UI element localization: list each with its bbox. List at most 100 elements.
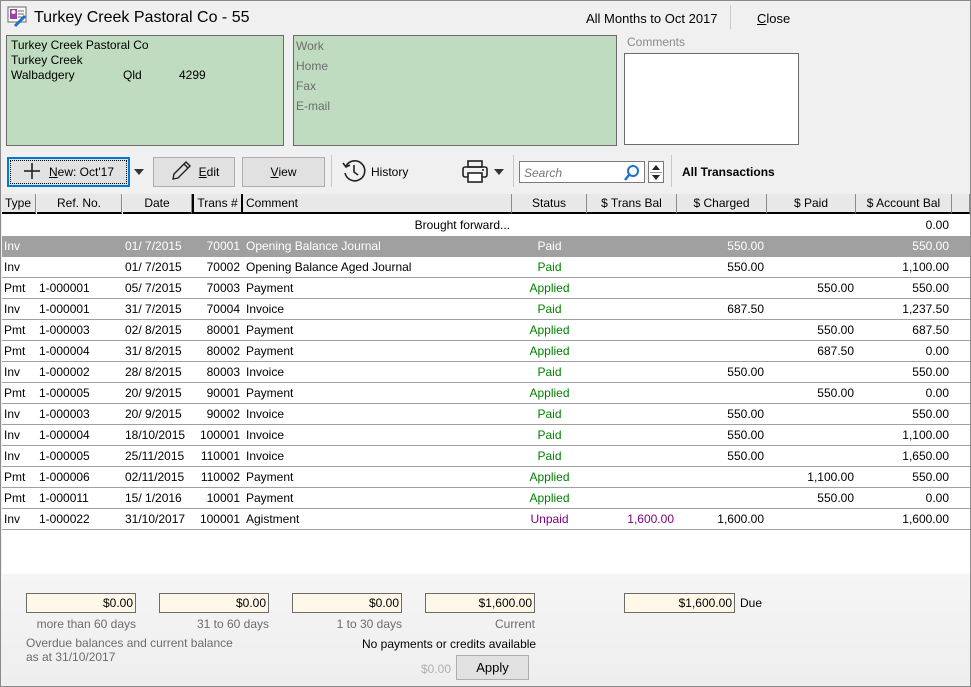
cell-paid — [767, 509, 854, 529]
cell-type: Inv — [4, 512, 21, 526]
cell-comment: Invoice — [246, 428, 285, 442]
cell-comment: Agistment — [246, 512, 300, 526]
cell-trans-bal — [587, 362, 674, 382]
cell-charged — [677, 320, 764, 340]
view-label: iew — [278, 165, 297, 179]
cell-comment: Opening Balance Aged Journal — [246, 260, 412, 274]
cell-status: Applied — [529, 281, 570, 295]
contact-panel[interactable]: Work Home Fax E-mail — [293, 35, 617, 146]
search-input[interactable] — [522, 163, 624, 183]
cell-status: Applied — [529, 323, 570, 337]
column-header-type[interactable]: Type — [2, 194, 36, 214]
column-header-trans-bal[interactable]: $ Trans Bal — [587, 194, 677, 214]
aging-31-60-label: 31 to 60 days — [196, 617, 269, 631]
address-panel[interactable]: Turkey Creek Pastoral Co Turkey Creek Wa… — [6, 35, 284, 146]
cell-charged: 687.50 — [727, 302, 764, 316]
cell-status: Applied — [529, 470, 570, 484]
transaction-row[interactable]: Pmt 1-000001 05/ 7/2015 70003 Payment Applied… — [2, 278, 970, 299]
cell-charged: 550.00 — [727, 260, 764, 274]
search-icon[interactable] — [623, 164, 641, 185]
cell-trans-bal — [587, 299, 674, 319]
cell-paid: 687.50 — [817, 344, 854, 358]
cell-charged — [677, 341, 764, 361]
column-header-paid[interactable]: $ Paid — [767, 194, 856, 214]
transaction-row[interactable]: Inv 1-000003 20/ 9/2015 90002 Invoice Paid 550… — [2, 404, 970, 425]
cell-account-bal: 550.00 — [912, 365, 949, 379]
cell-type: Inv — [4, 449, 21, 463]
history-button[interactable]: History — [341, 159, 408, 185]
column-header-comment[interactable]: Comment — [243, 194, 512, 214]
cell-comment: Payment — [246, 470, 294, 484]
cell-date: 28/ 8/2015 — [125, 365, 182, 379]
cell-ref: 1-000011 — [39, 491, 89, 505]
transaction-row[interactable]: Pmt 1-000004 31/ 8/2015 80002 Payment Applied… — [2, 341, 970, 362]
cell-trans-bal — [587, 341, 674, 361]
cell-type: Pmt — [4, 491, 26, 505]
cell-trans: 70002 — [206, 260, 240, 274]
cell-ref: 1-000005 — [39, 449, 90, 463]
comments-field[interactable] — [624, 53, 799, 145]
print-dropdown-arrow-icon[interactable] — [494, 169, 504, 175]
cell-date: 05/ 7/2015 — [125, 281, 182, 295]
cell-paid: 1,100.00 — [807, 470, 854, 484]
transaction-filter-label[interactable]: All Transactions — [682, 165, 775, 179]
cell-comment: Invoice — [246, 449, 285, 463]
cell-date: 20/ 9/2015 — [125, 407, 182, 421]
cell-account-bal: 1,650.00 — [902, 449, 949, 463]
cell-date: 15/ 1/2016 — [125, 491, 182, 505]
edit-label: dit — [206, 165, 220, 179]
transaction-row[interactable]: Inv 1-000005 25/11/2015 110001 Invoice Paid 55… — [2, 446, 970, 467]
cell-date: 18/10/2015 — [125, 428, 186, 442]
new-dropdown-arrow-icon[interactable] — [134, 169, 144, 175]
close-accel: C — [757, 11, 767, 26]
transaction-row[interactable]: Pmt 1-000011 15/ 1/2016 10001 Payment Applied… — [2, 488, 970, 509]
cell-trans-bal — [587, 320, 674, 340]
transaction-row[interactable]: Inv 01/ 7/2015 70002 Opening Balance Aged J… — [2, 257, 970, 278]
apply-credit-button[interactable]: Apply — [456, 655, 529, 680]
column-header-account-bal[interactable]: $ Account Bal — [856, 194, 952, 214]
aging-31-60-field: $0.00 — [159, 593, 269, 613]
transaction-row[interactable]: Inv 1-000022 31/10/2017 100001 Agistment Unpa… — [2, 509, 970, 530]
transaction-row[interactable]: Inv 1-000004 18/10/2015 100001 Invoice Paid 55… — [2, 425, 970, 446]
cell-trans: 70004 — [206, 302, 240, 316]
column-header-date[interactable]: Date — [123, 194, 192, 214]
close-button[interactable]: Close — [757, 11, 790, 26]
print-button[interactable] — [461, 159, 489, 185]
transaction-row[interactable]: Pmt 1-000005 20/ 9/2015 90001 Payment Applied… — [2, 383, 970, 404]
contact-email-label: E-mail — [296, 99, 331, 113]
transaction-row[interactable]: Pmt 1-000003 02/ 8/2015 80001 Payment Applied… — [2, 320, 970, 341]
column-header-charged[interactable]: $ Charged — [677, 194, 767, 214]
new-transaction-button[interactable]: New: Oct'17 — [7, 157, 130, 187]
cell-comment: Invoice — [246, 365, 285, 379]
cell-charged: 550.00 — [727, 365, 764, 379]
cell-account-bal: 550.00 — [912, 407, 949, 421]
cell-date: 20/ 9/2015 — [125, 386, 182, 400]
edit-button[interactable]: Edit — [153, 157, 235, 187]
transaction-row[interactable]: Inv 01/ 7/2015 70001 Opening Balance Journa… — [2, 236, 970, 257]
cell-status: Unpaid — [530, 512, 569, 526]
transaction-row[interactable]: Pmt 1-000006 02/11/2015 110002 Payment Applie… — [2, 467, 970, 488]
title-separator — [730, 5, 731, 29]
credit-amount: $0.00 — [421, 662, 452, 676]
spin-down-icon[interactable] — [652, 175, 660, 180]
spin-up-icon[interactable] — [652, 165, 660, 170]
column-header-status[interactable]: Status — [512, 194, 587, 214]
contact-fax-label: Fax — [296, 79, 317, 93]
customer-card-icon — [7, 6, 29, 28]
aging-current-field: $1,600.00 — [425, 593, 535, 613]
cell-trans-bal — [587, 404, 674, 424]
transaction-row[interactable]: Inv 1-000001 31/ 7/2015 70004 Invoice Paid 687… — [2, 299, 970, 320]
column-header-ref[interactable]: Ref. No. — [37, 194, 122, 214]
cell-ref: 1-000006 — [39, 470, 90, 484]
view-button[interactable]: View — [242, 157, 325, 187]
cell-ref: 1-000003 — [39, 323, 90, 337]
toolbar: New: Oct'17 Edit View History — [1, 151, 970, 191]
cell-paid: 550.00 — [817, 386, 854, 400]
cell-trans-bal — [587, 257, 674, 277]
search-spinner[interactable] — [648, 161, 664, 183]
cell-comment: Opening Balance Journal — [246, 239, 381, 253]
column-header-trans[interactable]: Trans # — [192, 194, 243, 214]
cell-charged — [677, 467, 764, 487]
transaction-row[interactable]: Inv 1-000002 28/ 8/2015 80003 Invoice Paid 550… — [2, 362, 970, 383]
cell-type: Pmt — [4, 344, 26, 358]
